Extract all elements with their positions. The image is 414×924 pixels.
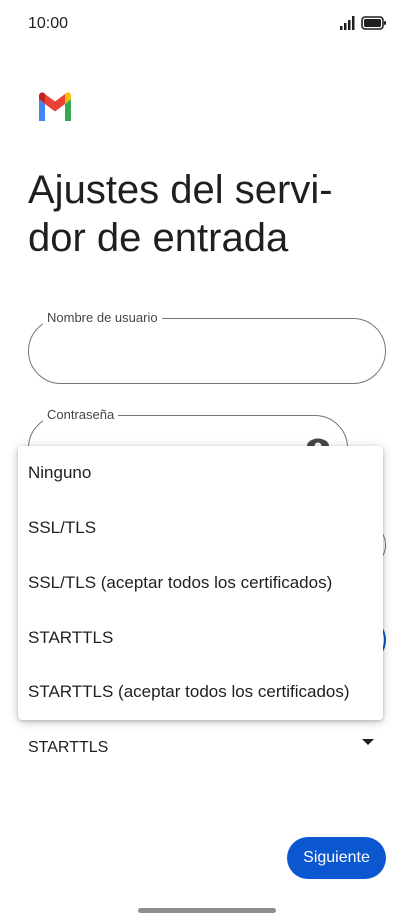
status-bar: 10:00 bbox=[0, 0, 414, 48]
menu-item-starttls-accept-all[interactable]: STARTTLS (aceptar todos los certificados… bbox=[18, 665, 383, 719]
password-label: Contraseña bbox=[43, 407, 119, 422]
menu-item-ssl-tls-accept-all[interactable]: SSL/TLS (aceptar todos los certificados) bbox=[18, 556, 383, 610]
gmail-logo bbox=[39, 92, 71, 121]
page-title: Ajustes del servi- dor de entrada bbox=[28, 166, 398, 262]
username-field[interactable]: Nombre de usuario bbox=[28, 310, 386, 384]
dropdown-arrow-icon[interactable] bbox=[362, 739, 374, 745]
next-button[interactable]: Siguiente bbox=[287, 837, 386, 879]
security-selected-value[interactable]: STARTTLS bbox=[28, 739, 108, 757]
menu-item-ninguno[interactable]: Ninguno bbox=[18, 446, 383, 500]
page-title-text: Ajustes del servi- dor de entrada bbox=[28, 168, 333, 260]
menu-item-ssl-tls[interactable]: SSL/TLS bbox=[18, 501, 383, 555]
battery-icon bbox=[361, 16, 386, 30]
security-dropdown-menu: Ninguno SSL/TLS SSL/TLS (aceptar todos l… bbox=[18, 446, 383, 720]
home-indicator[interactable] bbox=[138, 908, 276, 913]
signal-icon bbox=[340, 16, 355, 30]
username-label: Nombre de usuario bbox=[43, 310, 162, 325]
screen: 10:00 Ajustes del servi- dor de entrada … bbox=[0, 0, 414, 924]
menu-item-starttls[interactable]: STARTTLS bbox=[18, 611, 383, 665]
username-input[interactable] bbox=[47, 333, 367, 373]
status-time: 10:00 bbox=[28, 15, 69, 32]
